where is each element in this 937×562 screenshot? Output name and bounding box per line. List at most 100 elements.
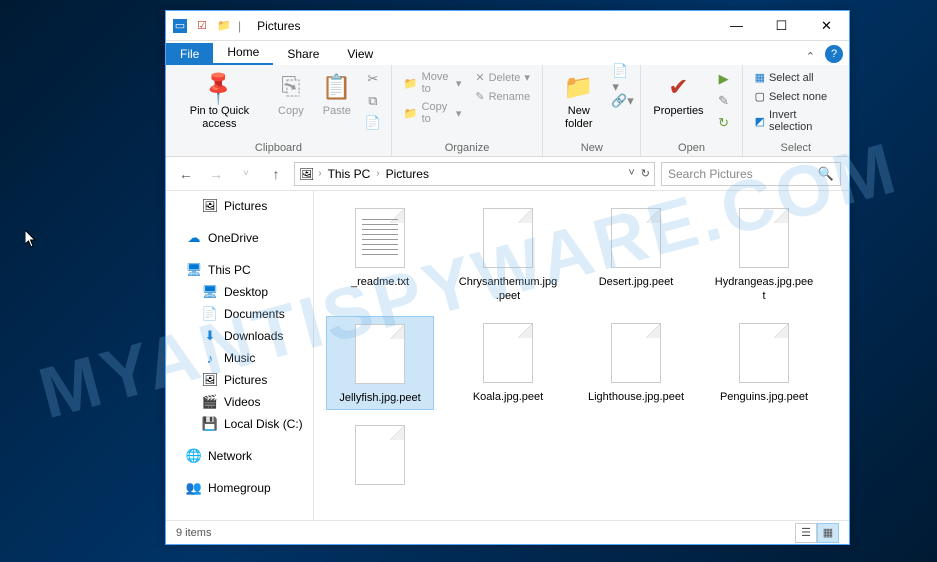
delete-icon: ✕: [475, 71, 484, 84]
status-bar: 9 items ☰ ▦: [166, 520, 849, 544]
up-button[interactable]: ↑: [264, 162, 288, 186]
copy-button[interactable]: ⎘ Copy: [271, 69, 311, 120]
move-to-button[interactable]: 📁Move to▾: [400, 69, 466, 97]
select-none-button[interactable]: ▢Select none: [751, 88, 841, 105]
recent-button[interactable]: ˅: [234, 162, 258, 186]
sidebar-item-videos[interactable]: 🎬Videos: [166, 391, 313, 413]
pictures-icon: 🖼: [202, 198, 218, 214]
file-item[interactable]: _readme.txt: [326, 201, 434, 308]
ribbon-group-clipboard: 📌 Pin to Quick access ⎘ Copy 📋 Paste ✂ ⧉…: [166, 65, 392, 156]
homegroup-icon: 👥: [186, 480, 202, 496]
pc-icon: 🖥: [186, 262, 202, 278]
select-all-button[interactable]: ▦Select all: [751, 69, 841, 86]
file-item[interactable]: Koala.jpg.peet: [454, 316, 562, 410]
back-button[interactable]: ←: [174, 162, 198, 186]
ribbon-collapse-button[interactable]: ⌃: [798, 48, 823, 65]
new-item-icon[interactable]: 📄▾: [612, 69, 632, 89]
file-item[interactable]: Hydrangeas.jpg.peet: [710, 201, 818, 308]
file-item[interactable]: Jellyfish.jpg.peet: [326, 316, 434, 410]
edit-icon[interactable]: ✎: [714, 91, 734, 111]
easy-access-icon[interactable]: 🔗▾: [612, 91, 632, 111]
history-icon[interactable]: ↻: [714, 113, 734, 133]
delete-button[interactable]: ✕Delete▾: [471, 69, 534, 86]
new-folder-button[interactable]: 📁 New folder: [551, 69, 606, 133]
cut-icon[interactable]: ✂: [363, 69, 383, 89]
copy-path-icon[interactable]: ⧉: [363, 91, 383, 111]
sidebar-item-pictures-quick[interactable]: 🖼Pictures: [166, 195, 313, 217]
ribbon-group-new: 📁 New folder 📄▾ 🔗▾ New: [543, 65, 641, 156]
refresh-icon[interactable]: ↻: [641, 167, 650, 180]
sidebar-item-this-pc[interactable]: 🖥This PC: [166, 259, 313, 281]
address-input[interactable]: 🖼 › This PC › Pictures ˅ ↻: [294, 162, 655, 186]
paste-shortcut-icon[interactable]: 📄: [363, 113, 383, 133]
tab-view[interactable]: View: [333, 43, 387, 65]
desktop-icon: 🖥: [202, 284, 218, 300]
maximize-button[interactable]: ☐: [759, 11, 804, 41]
forward-button[interactable]: →: [204, 162, 228, 186]
select-none-icon: ▢: [755, 90, 765, 103]
close-button[interactable]: ✕: [804, 11, 849, 41]
file-label: _readme.txt: [351, 275, 409, 289]
search-input[interactable]: Search Pictures 🔍: [661, 162, 841, 186]
sidebar-item-desktop[interactable]: 🖥Desktop: [166, 281, 313, 303]
file-label: Koala.jpg.peet: [473, 390, 543, 404]
window-title: Pictures: [257, 19, 714, 33]
sidebar-item-documents[interactable]: 📄Documents: [166, 303, 313, 325]
disk-icon: 💾: [202, 416, 218, 432]
qat-properties-icon[interactable]: ☑: [194, 18, 210, 34]
breadcrumb-pictures[interactable]: Pictures: [384, 167, 431, 181]
pin-icon: 📌: [203, 71, 235, 103]
file-label: Hydrangeas.jpg.peet: [714, 275, 814, 304]
file-item[interactable]: Penguins.jpg.peet: [710, 316, 818, 410]
file-explorer-window: ▭ ☑ 📁 | Pictures — ☐ ✕ File Home Share V…: [165, 10, 850, 545]
files-view[interactable]: _readme.txt Chrysanthemum.jpg.peet Desert.…: [314, 191, 849, 520]
paste-button[interactable]: 📋 Paste: [317, 69, 357, 120]
unknown-file-icon: [736, 320, 792, 386]
tab-home[interactable]: Home: [213, 41, 273, 65]
network-icon: 🌐: [186, 448, 202, 464]
sidebar-item-onedrive[interactable]: ☁OneDrive: [166, 227, 313, 249]
dropdown-icon[interactable]: ˅: [628, 167, 634, 180]
file-item[interactable]: [326, 418, 434, 496]
unknown-file-icon: [480, 205, 536, 271]
mouse-cursor: [25, 230, 39, 253]
sidebar-item-local-disk[interactable]: 💾Local Disk (C:): [166, 413, 313, 435]
tab-share[interactable]: Share: [273, 43, 333, 65]
rename-button[interactable]: ✎Rename: [471, 88, 534, 105]
file-item[interactable]: Chrysanthemum.jpg.peet: [454, 201, 562, 308]
text-file-icon: [352, 205, 408, 271]
invert-selection-button[interactable]: ◩Invert selection: [751, 107, 841, 135]
copy-to-icon: 📁: [404, 107, 418, 120]
sidebar-item-downloads[interactable]: ⬇Downloads: [166, 325, 313, 347]
pin-quick-access-button[interactable]: 📌 Pin to Quick access: [174, 69, 265, 133]
minimize-button[interactable]: —: [714, 11, 759, 41]
file-item[interactable]: Desert.jpg.peet: [582, 201, 690, 308]
tab-file[interactable]: File: [166, 43, 213, 65]
sidebar-item-pictures[interactable]: 🖼Pictures: [166, 369, 313, 391]
unknown-file-icon: [352, 422, 408, 488]
help-icon[interactable]: ?: [825, 45, 843, 63]
copy-to-button[interactable]: 📁Copy to▾: [400, 99, 466, 127]
sidebar-item-network[interactable]: 🌐Network: [166, 445, 313, 467]
sidebar-item-music[interactable]: ♪Music: [166, 347, 313, 369]
open-icon[interactable]: ▶: [714, 69, 734, 89]
file-item[interactable]: Lighthouse.jpg.peet: [582, 316, 690, 410]
breadcrumb-this-pc[interactable]: This PC: [326, 167, 373, 181]
documents-icon: 📄: [202, 306, 218, 322]
ribbon-group-organize: 📁Move to▾ 📁Copy to▾ ✕Delete▾ ✎Rename Org…: [392, 65, 543, 156]
ribbon-group-select: ▦Select all ▢Select none ◩Invert selecti…: [743, 65, 849, 156]
details-view-button[interactable]: ☰: [795, 523, 817, 543]
content-area: 🖼Pictures ☁OneDrive 🖥This PC 🖥Desktop 📄D…: [166, 191, 849, 520]
onedrive-icon: ☁: [186, 230, 202, 246]
move-to-icon: 📁: [404, 77, 418, 90]
titlebar[interactable]: ▭ ☑ 📁 | Pictures — ☐ ✕: [166, 11, 849, 41]
copy-icon: ⎘: [275, 71, 307, 103]
file-label: Jellyfish.jpg.peet: [339, 391, 420, 405]
sidebar-item-homegroup[interactable]: 👥Homegroup: [166, 477, 313, 499]
icons-view-button[interactable]: ▦: [817, 523, 839, 543]
properties-button[interactable]: ✔ Properties: [649, 69, 707, 120]
file-label: Chrysanthemum.jpg.peet: [458, 275, 558, 304]
navigation-pane[interactable]: 🖼Pictures ☁OneDrive 🖥This PC 🖥Desktop 📄D…: [166, 191, 314, 520]
pictures-icon: 🖼: [202, 372, 218, 388]
music-icon: ♪: [202, 350, 218, 366]
